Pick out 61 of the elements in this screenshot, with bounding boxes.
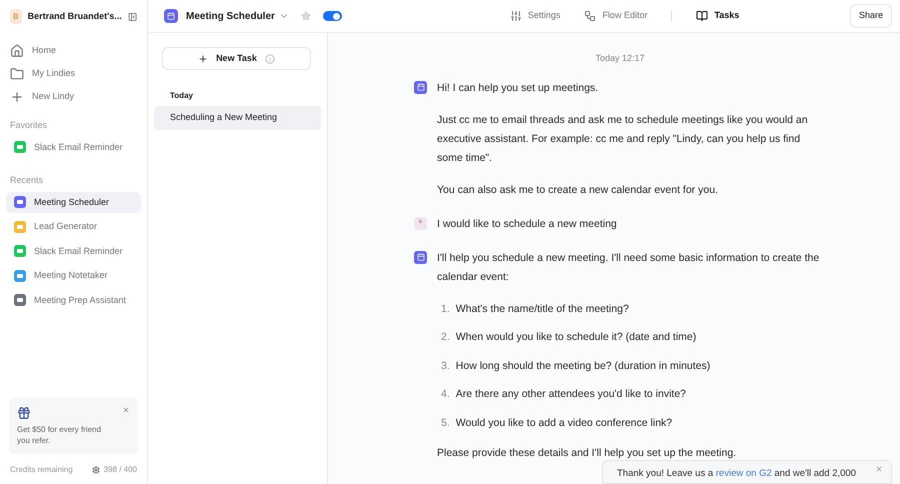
list-item-text: How long should the meeting be? (duration in minutes): [456, 358, 710, 374]
sidebar-item[interactable]: Meeting Notetaker: [6, 265, 141, 286]
list-item-text: Would you like to add a video conference link?: [456, 416, 672, 430]
info-icon[interactable]: [264, 54, 275, 64]
sliders-icon: [510, 10, 522, 22]
agent-avatar: [414, 250, 427, 264]
referral-text: Get $50 for every friend you refer.: [17, 424, 102, 446]
share-button[interactable]: Share: [850, 4, 892, 28]
sidebar-item[interactable]: Slack Email Reminder: [6, 136, 141, 158]
book-icon: [696, 10, 708, 22]
message-text: Please provide these details and I'll help you set up the meeting.: [437, 446, 738, 460]
credits-value: 398 / 400: [104, 464, 137, 476]
folder-icon: [10, 67, 24, 81]
plus-icon: [198, 54, 208, 64]
tab[interactable]: Settings: [510, 9, 560, 23]
section-title: Recents: [9, 174, 44, 187]
flow-icon: [584, 10, 596, 22]
section-title: Favorites: [9, 119, 48, 132]
toast-text: Thank you! Leave us a review on G2 and we'll add 2,000: [617, 466, 856, 481]
chat-timestamp: Today 12:17: [595, 52, 645, 65]
workspace-avatar: B: [10, 9, 22, 24]
tab[interactable]: Flow Editor: [584, 9, 648, 23]
agent-name[interactable]: Meeting Scheduler: [186, 8, 275, 24]
new-task-button[interactable]: New Task: [162, 47, 311, 70]
task-item[interactable]: Scheduling a New Meeting: [154, 106, 321, 130]
review-link[interactable]: review on G2: [716, 468, 772, 479]
star-icon[interactable]: [300, 11, 311, 21]
plus-icon: [10, 90, 24, 104]
list-number: 1.: [441, 302, 450, 316]
workspace-name[interactable]: Bertrand Bruandet's...: [28, 10, 122, 24]
sidebar-item[interactable]: Lead Generator: [6, 216, 141, 238]
list-number: 4.: [441, 387, 450, 402]
list-item-text: What's the name/title of the meeting?: [456, 302, 629, 316]
agent-icon: [164, 9, 178, 23]
agent-avatar: [414, 80, 427, 94]
list-item-text: Are there any other attendees you'd like to invite?: [456, 387, 686, 402]
close-icon[interactable]: [875, 465, 883, 473]
list-number: 2.: [441, 330, 450, 345]
tab[interactable]: Tasks: [696, 9, 740, 23]
message-text: Just cc me to email threads and ask me to schedule meetings like you would an executive assistant. For example: cc me and reply "Lindy, can you help us find some time".: [437, 112, 809, 166]
nav-item[interactable]: Home: [6, 41, 141, 61]
collapse-icon[interactable]: [128, 10, 137, 22]
credits-label: Credits remaining: [10, 464, 73, 476]
sidebar-item[interactable]: Meeting Prep Assistant: [6, 290, 141, 311]
nav-item[interactable]: My Lindies: [6, 64, 141, 84]
sidebar-item[interactable]: Meeting Scheduler: [6, 192, 141, 213]
gift-icon: [17, 406, 31, 420]
message-text: You can also ask me to create a new calendar event for you.: [437, 182, 719, 198]
message-text: I'll help you schedule a new meeting. I'll need some basic information to create the calendar event:: [437, 250, 820, 284]
list-number: 5.: [441, 416, 450, 430]
message-text: I would like to schedule a new meeting: [437, 216, 617, 232]
toggle-switch[interactable]: [322, 11, 342, 21]
group-title: Today: [169, 90, 194, 102]
message-text: Hi! I can help you set up meetings.: [437, 80, 600, 96]
nav-item[interactable]: New Lindy: [6, 87, 141, 107]
gear-icon: [92, 466, 100, 474]
list-item-text: When would you like to schedule it? (date and time): [456, 330, 696, 345]
sidebar-item[interactable]: Slack Email Reminder: [6, 240, 141, 262]
home-icon: [10, 44, 24, 58]
close-icon[interactable]: [122, 406, 130, 414]
list-number: 3.: [441, 358, 450, 374]
